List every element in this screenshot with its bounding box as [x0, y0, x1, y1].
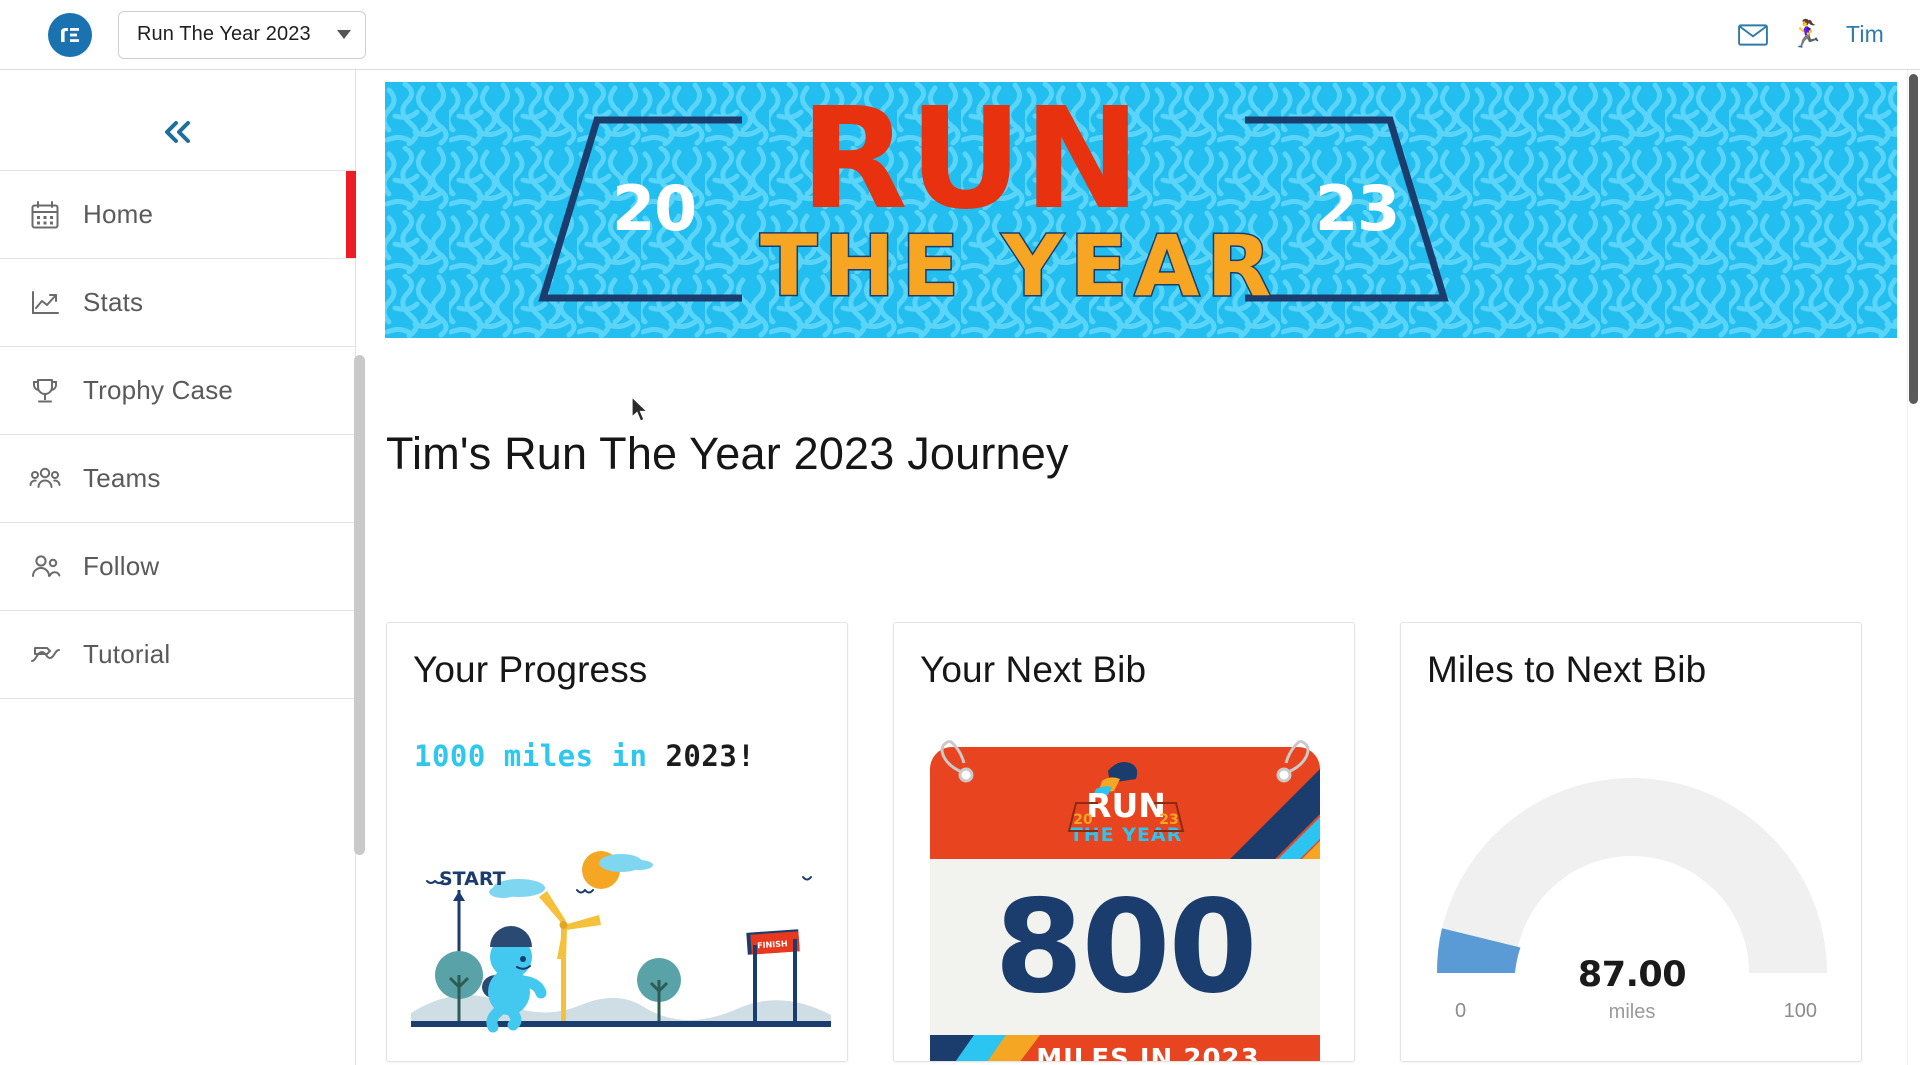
- double-chevron-left-icon: [164, 121, 190, 143]
- main-content: 20 23 RUN THE YEAR Tim's Run The Year 20…: [366, 70, 1920, 1065]
- gauge-unit-label: miles: [1608, 1001, 1656, 1023]
- gauge-value-label: 87.00: [1577, 955, 1687, 995]
- card-your-progress: Your Progress 1000 miles in 2023! START …: [386, 622, 848, 1062]
- card-title: Your Progress: [413, 649, 648, 690]
- bib-logo-year-right: 23: [1159, 812, 1178, 828]
- chevron-down-icon: [337, 30, 351, 39]
- top-bar-actions: 🏃‍♀️ Tim: [1738, 20, 1884, 50]
- top-bar: Run The Year 2023 🏃‍♀️ Tim: [0, 0, 1920, 70]
- event-select[interactable]: Run The Year 2023: [118, 10, 366, 59]
- progress-goal-year: 2023!: [665, 739, 756, 773]
- banner-subhead: THE YEAR: [758, 217, 1279, 315]
- mouse-cursor: [631, 396, 649, 422]
- sidebar-item-label: Teams: [83, 463, 161, 493]
- bib-number: 800: [994, 873, 1255, 1022]
- sidebar-collapse-row: [0, 70, 355, 170]
- sidebar-item-label: Trophy Case: [83, 375, 234, 405]
- dashboard-cards: Your Progress 1000 miles in 2023! START …: [386, 622, 1896, 1062]
- signpost-icon: [25, 635, 65, 675]
- app-root: Run The Year 2023 🏃‍♀️ Tim: [0, 0, 1920, 1065]
- card-title: Your Next Bib: [920, 649, 1147, 690]
- two-people-icon: [25, 547, 65, 587]
- gauge-max-label: 100: [1783, 1000, 1817, 1022]
- card-miles-to-next-bib: Miles to Next Bib 87.00 miles 0 100: [1400, 622, 1862, 1062]
- race-bib: RUN THE YEAR 20 23 800 MILES IN 2023: [930, 739, 1320, 1062]
- banner-year-right: 23: [1315, 172, 1400, 245]
- gauge-min-label: 0: [1455, 1000, 1467, 1022]
- sidebar-item-teams[interactable]: Teams: [0, 435, 355, 523]
- sidebar: Home Stats Trophy Case Teams Follow Tuto…: [0, 70, 365, 1065]
- line-chart-icon: [25, 283, 65, 323]
- trophy-icon: [25, 371, 65, 411]
- sidebar-item-label: Stats: [83, 287, 144, 317]
- bib-logo-year-left: 20: [1073, 812, 1093, 828]
- page-title: Tim's Run The Year 2023 Journey: [386, 428, 1069, 479]
- rte-logo-icon[interactable]: [48, 12, 92, 57]
- sidebar-item-label: Tutorial: [83, 639, 171, 669]
- mail-envelope-icon[interactable]: [1738, 20, 1769, 50]
- user-name[interactable]: Tim: [1846, 21, 1884, 48]
- running-person-avatar[interactable]: 🏃‍♀️: [1790, 21, 1824, 48]
- sidebar-item-stats[interactable]: Stats: [0, 259, 355, 347]
- progress-goal-highlight: 1000 miles in: [414, 739, 648, 773]
- ground-line: [411, 1021, 831, 1027]
- sidebar-item-follow[interactable]: Follow: [0, 523, 355, 611]
- card-title: Miles to Next Bib: [1427, 649, 1707, 690]
- hills: [411, 995, 831, 1025]
- sidebar-nav: Home Stats Trophy Case Teams Follow Tuto…: [0, 170, 356, 699]
- sidebar-item-label: Home: [83, 199, 154, 229]
- sidebar-scrollbar-thumb[interactable]: [354, 355, 365, 855]
- sidebar-item-tutorial[interactable]: Tutorial: [0, 611, 355, 699]
- sidebar-collapse-button[interactable]: [155, 112, 201, 152]
- bib-footer-text: MILES IN 2023: [1036, 1044, 1260, 1062]
- card-your-next-bib: Your Next Bib RUN THE YEAR 20 23 800 MIL…: [893, 622, 1355, 1062]
- people-group-icon: [25, 459, 65, 499]
- gauge-chart: 87.00 miles 0 100: [1419, 773, 1845, 1061]
- calendar-icon: [25, 195, 65, 235]
- event-banner: 20 23 RUN THE YEAR: [385, 82, 1897, 338]
- progress-goal-text: 1000 miles in 2023!: [414, 739, 847, 773]
- page-scrollbar-thumb[interactable]: [1909, 74, 1918, 404]
- start-label: START: [439, 868, 506, 890]
- cloud-icon: [489, 854, 653, 898]
- event-select-value: Run The Year 2023: [137, 23, 311, 45]
- banner-headline: RUN: [800, 82, 1142, 241]
- progress-illustration: START FINISH: [411, 851, 831, 1033]
- sidebar-item-trophy-case[interactable]: Trophy Case: [0, 347, 355, 435]
- banner-year-left: 20: [612, 172, 697, 245]
- sidebar-item-label: Follow: [83, 551, 160, 581]
- sidebar-item-home[interactable]: Home: [0, 171, 356, 259]
- bib-logo-run: RUN: [1086, 786, 1166, 825]
